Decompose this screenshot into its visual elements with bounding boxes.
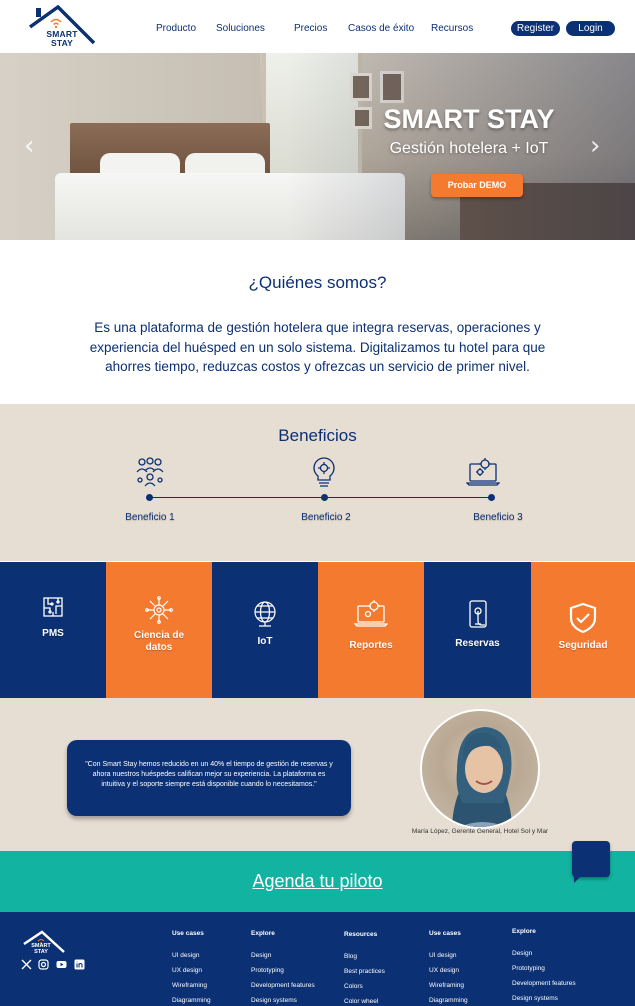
data-science-icon [106, 596, 212, 629]
testimonial-author: María López, Gerente General, Hotel Sol … [411, 828, 549, 835]
footer-link[interactable]: Wireframing [429, 982, 464, 989]
footer-heading: Explore [251, 930, 275, 937]
footer-link[interactable]: Development features [512, 980, 576, 987]
feature-label: Reportes [349, 640, 393, 651]
footer-link[interactable]: UX design [429, 967, 459, 974]
footer-link[interactable]: UX design [172, 967, 202, 974]
schedule-pilot-link[interactable]: Agenda tu piloto [0, 871, 635, 892]
footer-logo-text: SMART STAY [31, 943, 51, 955]
footer-heading: Use cases [429, 930, 461, 937]
youtube-icon[interactable] [56, 959, 67, 970]
nav-producto[interactable]: Producto [156, 23, 196, 34]
timeline-dot [488, 494, 495, 501]
footer-link[interactable]: Diagramming [172, 997, 211, 1004]
feature-label: IoT [257, 636, 273, 647]
benefits-title: Beneficios [278, 426, 357, 445]
hero-title: SMART STAY [383, 104, 555, 134]
site-footer: SMART STAY Use cases UI design UX design … [0, 912, 635, 1006]
footer-link[interactable]: Colors [344, 983, 363, 990]
globe-network-icon [212, 600, 318, 633]
smart-stay-logo[interactable]: SMART STAY [28, 5, 96, 51]
footer-link[interactable]: Color wheel [344, 998, 378, 1005]
footer-link[interactable]: Design systems [512, 995, 558, 1002]
demo-button[interactable]: Probar DEMO [431, 174, 523, 197]
benefit-label-2: Beneficio 2 [301, 512, 351, 523]
footer-link[interactable]: Best practices [344, 968, 385, 975]
footer-link[interactable]: Diagramming [429, 997, 468, 1004]
chevron-left-icon[interactable]: ‹ [24, 131, 34, 161]
mobile-touch-icon [424, 600, 531, 637]
nav-casos-exito[interactable]: Casos de éxito [348, 23, 414, 34]
footer-link[interactable]: Development features [251, 982, 315, 989]
footer-logo[interactable]: SMART STAY [22, 930, 66, 960]
feature-tile-pms[interactable]: PMS [0, 562, 106, 698]
footer-link[interactable]: Prototyping [512, 965, 545, 972]
feature-tile-reportes[interactable]: Reportes [318, 562, 424, 698]
site-header: SMART STAY Producto Soluciones Precios C… [0, 0, 635, 53]
benefit-label-3: Beneficio 3 [473, 512, 523, 523]
shield-check-icon [531, 602, 635, 639]
about-text: Es una plataforma de gestión hotelera qu… [89, 320, 546, 374]
footer-link[interactable]: UI design [172, 952, 199, 959]
quote-text: "Con Smart Stay hemos reducido en un 40%… [85, 761, 333, 788]
chat-bubble-icon[interactable] [572, 841, 610, 883]
feature-label: Seguridad [558, 640, 608, 651]
timeline-dot [146, 494, 153, 501]
feature-tile-reservas[interactable]: Reservas [424, 562, 531, 698]
linkedin-icon[interactable] [74, 959, 85, 970]
cta-band: Agenda tu piloto [0, 851, 635, 912]
footer-link[interactable]: Wireframing [172, 982, 207, 989]
features-grid: PMS Ciencia de datos IoT Reportes Reserv… [0, 562, 635, 698]
hero-subtitle: Gestión hotelera + IoT [389, 140, 549, 157]
feature-label: Ciencia de datos [133, 630, 185, 653]
circuit-board-icon [0, 596, 106, 623]
benefit-label-1: Beneficio 1 [125, 512, 175, 523]
chevron-right-icon[interactable]: › [590, 131, 600, 161]
logo-text: SMART STAY [46, 29, 78, 48]
testimonial-section: "Con Smart Stay hemos reducido en un 40%… [0, 698, 635, 851]
timeline-dot [321, 494, 328, 501]
login-button[interactable]: Login [566, 21, 615, 36]
footer-link[interactable]: Blog [344, 953, 357, 960]
instagram-icon[interactable] [38, 959, 49, 970]
feature-tile-iot[interactable]: IoT [212, 562, 318, 698]
footer-heading: Explore [512, 928, 536, 935]
benefits-section: Beneficios Beneficio 1 Beneficio 2 Benef… [0, 404, 635, 561]
register-button[interactable]: Register [511, 21, 560, 36]
footer-link[interactable]: Prototyping [251, 967, 284, 974]
feature-tile-ciencia-datos[interactable]: Ciencia de datos [106, 562, 212, 698]
footer-link[interactable]: Design systems [251, 997, 297, 1004]
report-laptop-icon [318, 598, 424, 633]
hero-carousel: ‹ › SMART STAY Gestión hotelera + IoT Pr… [0, 53, 635, 240]
testimonial-quote: "Con Smart Stay hemos reducido en un 40%… [67, 740, 351, 816]
avatar [420, 709, 540, 829]
footer-heading: Use cases [172, 930, 204, 937]
feature-label: Reservas [455, 638, 500, 649]
nav-precios[interactable]: Precios [294, 23, 327, 34]
feature-tile-seguridad[interactable]: Seguridad [531, 562, 635, 698]
footer-heading: Resources [344, 931, 378, 938]
footer-link[interactable]: Design [251, 952, 271, 959]
laptop-gear-icon [465, 456, 501, 493]
about-title: ¿Quiénes somos? [248, 273, 387, 292]
footer-link[interactable]: UI design [429, 952, 456, 959]
feature-label: PMS [42, 628, 64, 639]
lightbulb-gear-icon [311, 456, 337, 493]
footer-link[interactable]: Design [512, 950, 532, 957]
nav-recursos[interactable]: Recursos [431, 23, 473, 34]
nav-soluciones[interactable]: Soluciones [216, 23, 265, 34]
team-icon [134, 456, 166, 493]
x-icon[interactable] [21, 959, 32, 970]
